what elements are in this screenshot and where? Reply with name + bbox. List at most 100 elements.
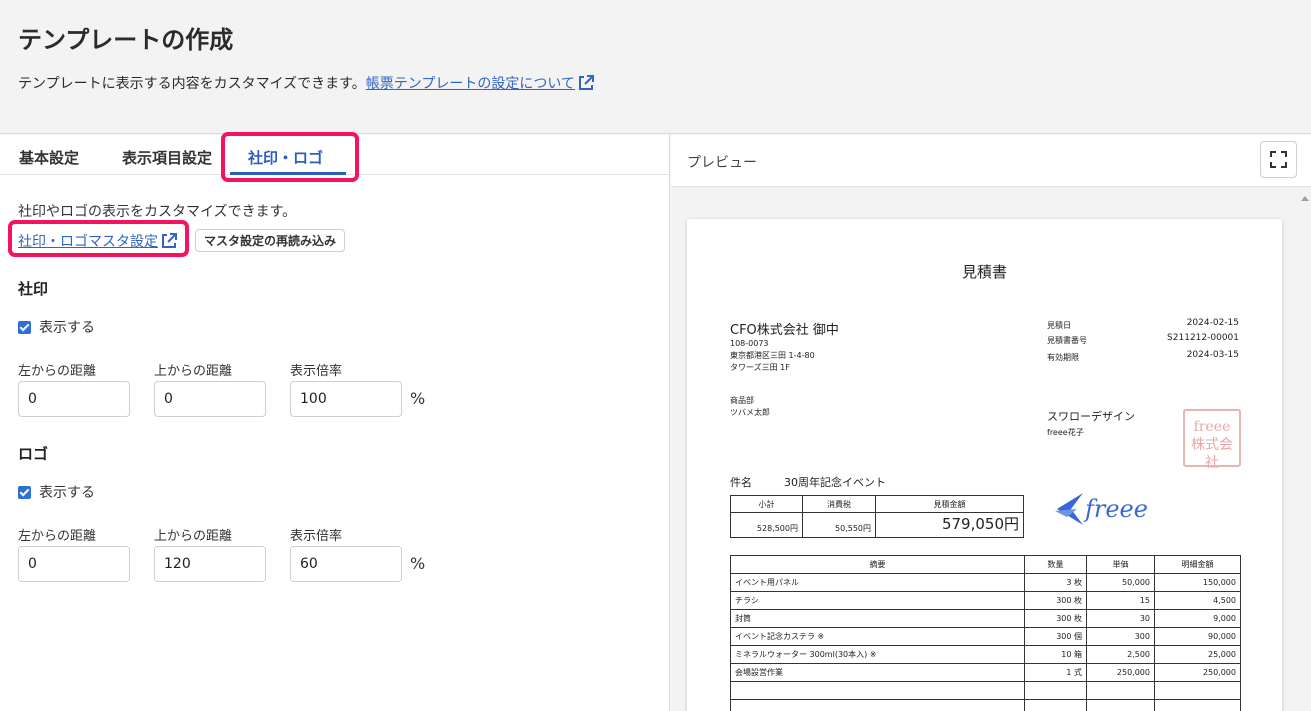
company-seal: freee 株式会社 [1183, 409, 1241, 471]
item-desc: 封筒 [730, 609, 1025, 628]
logo-left-label: 左からの距離 [18, 529, 97, 544]
item-amount: 4,500 [1154, 591, 1241, 610]
panel-description: 社印やロゴの表示をカスタマイズできます。 [18, 204, 297, 220]
seal-scale-label: 表示倍率 [290, 364, 343, 379]
items-header-desc: 摘要 [730, 555, 1025, 574]
item-desc [730, 681, 1025, 700]
subject-label: 件名 [730, 476, 752, 489]
subject-row: 件名 30周年記念イベント [730, 474, 886, 490]
item-amount: 90,000 [1154, 627, 1241, 646]
meta-label-date: 見積日 [1047, 321, 1071, 330]
settings-pane: 基本設定 表示項目設定 社印・ロゴ 社印やロゴの表示をカスタマイズできます。 社… [0, 132, 670, 711]
client-person: ツバメ太郎 [730, 408, 770, 417]
logo-scale-input[interactable] [290, 546, 402, 582]
item-qty: 300 枚 [1024, 609, 1087, 628]
item-amount [1154, 699, 1241, 711]
item-price: 30 [1086, 609, 1155, 628]
summary-header-row: 小計 消費税 見積金額 [730, 495, 1024, 513]
preview-scrollbar[interactable] [1297, 188, 1311, 711]
meta-label-number: 見積書番号 [1047, 336, 1087, 345]
seal-show-toggle[interactable]: 表示する [18, 317, 95, 337]
item-qty: 300 枚 [1024, 591, 1087, 610]
document-title: 見積書 [961, 263, 1007, 281]
page-header: テンプレートの作成 テンプレートに表示する内容をカスタマイズできます。帳票テンプ… [0, 0, 1311, 134]
item-qty: 1 式 [1024, 663, 1087, 682]
logo-show-label: 表示する [39, 485, 95, 501]
seal-line1: freee [1193, 419, 1231, 435]
seal-top-label: 上からの距離 [154, 364, 233, 379]
item-amount: 250,000 [1154, 663, 1241, 682]
seal-top-input[interactable] [154, 381, 266, 417]
summary-table: 小計 消費税 見積金額 528,500円 50,550円 579,050円 [730, 495, 1024, 538]
scroll-up-icon[interactable] [1301, 196, 1309, 201]
issuer-person: freee花子 [1047, 428, 1084, 437]
item-desc: ミネラルウォーター 300ml(30本入) ※ [730, 645, 1025, 664]
table-row: チラシ 300 枚 15 4,500 [730, 591, 1241, 610]
item-price [1086, 699, 1155, 711]
reload-master-button[interactable]: マスタ設定の再読み込み [195, 229, 345, 252]
logo-left-input[interactable] [18, 546, 130, 582]
item-desc: イベント記念カステラ ※ [730, 627, 1025, 646]
fullscreen-icon [1270, 151, 1287, 168]
estimate-document: 見積書 CFO株式会社 御中 108-0073 東京都港区三田 1-4-80 タ… [687, 219, 1282, 711]
seal-show-label: 表示する [39, 320, 95, 336]
item-price [1086, 681, 1155, 700]
items-header-qty: 数量 [1024, 555, 1087, 574]
logo-scale-label: 表示倍率 [290, 529, 343, 544]
items-table: 摘要 数量 単価 明細金額 イベント用パネル 3 枚 50,000 150,000 チ… [730, 555, 1241, 711]
seal-left-input[interactable] [18, 381, 130, 417]
logo-top-input[interactable] [154, 546, 266, 582]
logo-show-toggle[interactable]: 表示する [18, 482, 95, 502]
active-tab-indicator [230, 172, 346, 175]
seal-logo-master-link[interactable]: 社印・ロゴマスタ設定 [18, 231, 177, 251]
table-row: イベント用パネル 3 枚 50,000 150,000 [730, 573, 1241, 592]
item-desc [730, 699, 1025, 711]
item-amount [1154, 681, 1241, 700]
item-desc: イベント用パネル [730, 573, 1025, 592]
item-qty: 10 箱 [1024, 645, 1087, 664]
item-qty: 300 個 [1024, 627, 1087, 646]
tab-basic-settings[interactable]: 基本設定 [19, 147, 79, 168]
help-link[interactable]: 帳票テンプレートの設定について [366, 75, 594, 92]
items-header-price: 単価 [1086, 555, 1155, 574]
freee-logo: freee [1055, 493, 1148, 525]
tab-display-items[interactable]: 表示項目設定 [122, 147, 212, 168]
seal-section-title: 社印 [18, 280, 49, 298]
subject-value: 30周年記念イベント [784, 476, 886, 489]
table-row: イベント記念カステラ ※ 300 個 300 90,000 [730, 627, 1241, 646]
summary-header-subtotal: 小計 [730, 495, 803, 513]
client-zip: 108-0073 [730, 339, 769, 348]
client-department: 商品部 [730, 396, 754, 405]
items-header-amount: 明細金額 [1154, 555, 1241, 574]
table-row: ミネラルウォーター 300ml(30本入) ※ 10 箱 2,500 25,000 [730, 645, 1241, 664]
issuer-name: スワローデザイン [1047, 410, 1135, 423]
logo-scale-unit: % [410, 554, 426, 573]
seal-scale-unit: % [410, 389, 426, 408]
table-row [730, 699, 1241, 711]
meta-value-date: 2024-02-15 [1186, 318, 1239, 328]
summary-tax: 50,550円 [802, 512, 876, 538]
preview-pane: プレビュー 見積書 CFO株式会社 御中 108-0073 東京都港区三田 1-… [671, 135, 1311, 711]
preview-toolbar: プレビュー [671, 135, 1311, 187]
table-row [730, 681, 1241, 700]
summary-value-row: 528,500円 50,550円 579,050円 [730, 512, 1024, 538]
meta-value-expiry: 2024-03-15 [1186, 350, 1239, 360]
tab-bar: 基本設定 表示項目設定 社印・ロゴ [0, 135, 670, 175]
summary-header-tax: 消費税 [802, 495, 876, 513]
item-desc: 会場設営作業 [730, 663, 1025, 682]
tab-seal-logo[interactable]: 社印・ロゴ [248, 147, 323, 168]
fullscreen-button[interactable] [1260, 141, 1297, 178]
item-amount: 150,000 [1154, 573, 1241, 592]
page-description: テンプレートに表示する内容をカスタマイズできます。帳票テンプレートの設定について [18, 73, 594, 93]
logo-show-checkbox[interactable] [18, 485, 31, 499]
seal-show-checkbox[interactable] [18, 320, 31, 334]
seal-scale-input[interactable] [290, 381, 402, 417]
seal-logo-master-link-label: 社印・ロゴマスタ設定 [18, 234, 158, 250]
item-price: 50,000 [1086, 573, 1155, 592]
external-link-icon [578, 75, 594, 90]
seal-line2: 株式会社 [1191, 437, 1233, 471]
summary-subtotal: 528,500円 [730, 512, 803, 538]
item-amount: 25,000 [1154, 645, 1241, 664]
item-qty: 3 枚 [1024, 573, 1087, 592]
external-link-icon [162, 233, 177, 248]
